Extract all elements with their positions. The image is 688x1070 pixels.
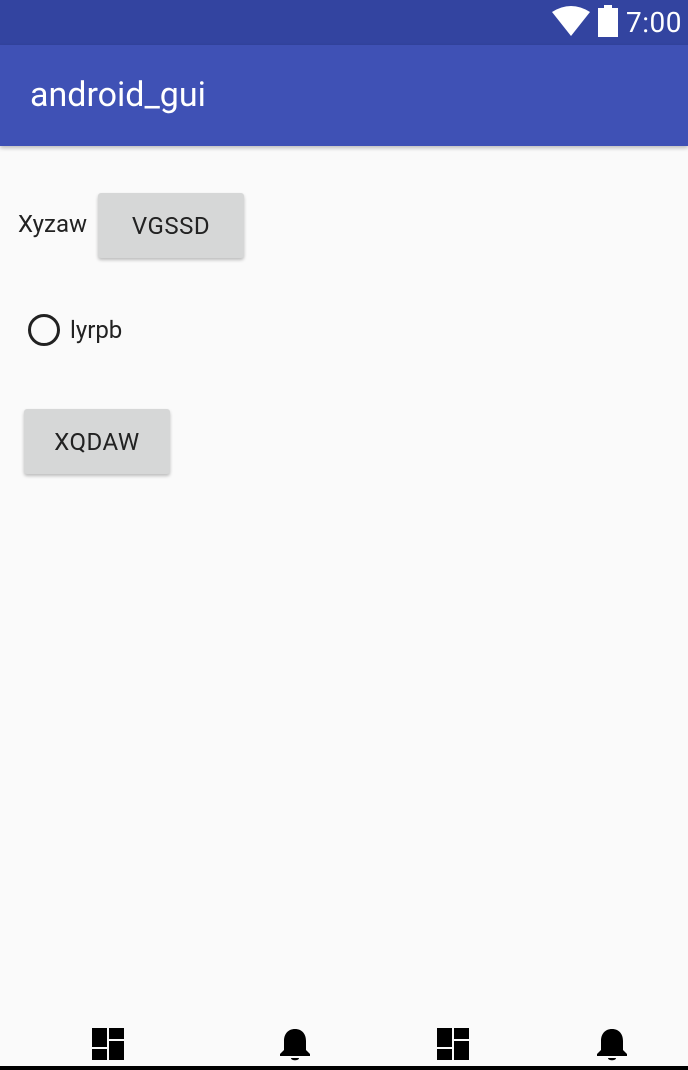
vgssd-button[interactable]: VGSSD: [98, 193, 244, 258]
status-bar: 7:00: [0, 0, 688, 45]
notifications-icon[interactable]: [277, 1026, 313, 1062]
notifications-icon[interactable]: [594, 1026, 630, 1062]
app-bar: android_gui: [0, 45, 688, 146]
battery-icon: [598, 4, 618, 41]
radio-label: lyrpb: [70, 316, 123, 344]
dashboard-icon[interactable]: [435, 1026, 471, 1062]
bottom-nav: [0, 1016, 688, 1070]
wifi-icon: [552, 5, 590, 40]
xyzaw-label: Xyzaw: [18, 210, 88, 238]
xqdaw-button[interactable]: XQDAW: [24, 409, 170, 474]
radio-circle-icon: [28, 314, 60, 346]
status-icons: 7:00: [552, 0, 682, 45]
app-title: android_gui: [30, 75, 206, 115]
lyrpb-radio[interactable]: lyrpb: [28, 314, 122, 346]
dashboard-icon[interactable]: [90, 1026, 126, 1062]
status-time: 7:00: [626, 6, 682, 39]
